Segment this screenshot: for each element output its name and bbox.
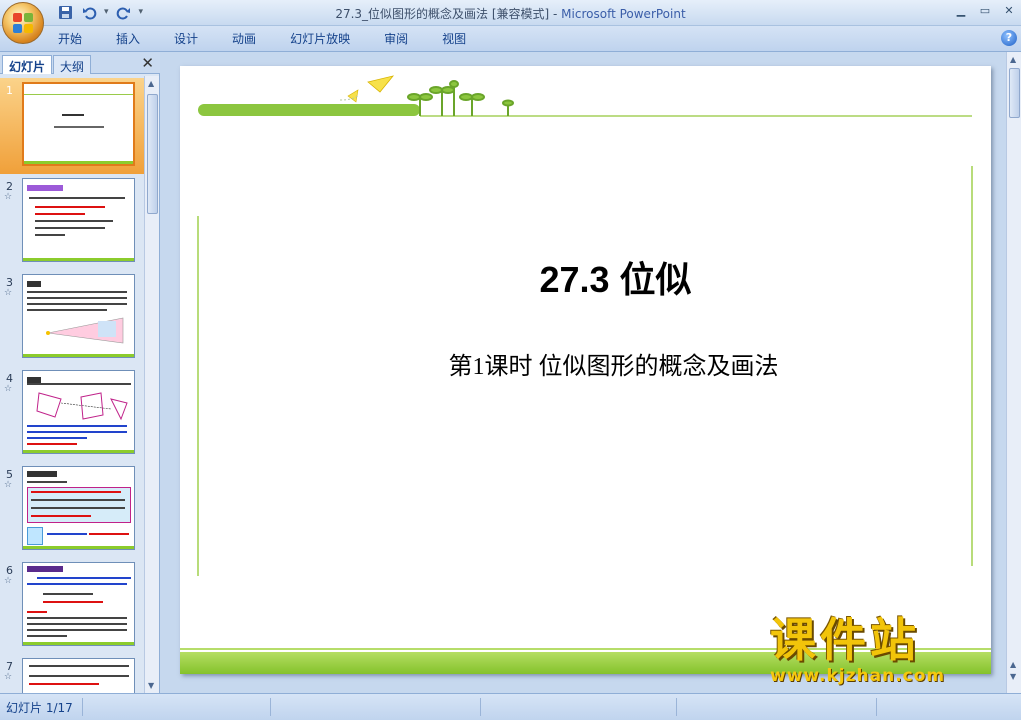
status-bar: 幻灯片 1/17 bbox=[0, 693, 1021, 720]
tab-design[interactable]: 设计 bbox=[164, 31, 208, 47]
slide-counter: 幻灯片 1/17 bbox=[6, 701, 73, 715]
tab-animations[interactable]: 动画 bbox=[222, 31, 266, 47]
thumbnails-scrollbar[interactable]: ▲ ▼ bbox=[144, 76, 159, 693]
slide-side-lines bbox=[197, 166, 973, 576]
scrollbar-thumb[interactable] bbox=[147, 94, 158, 214]
slide-preview bbox=[22, 274, 135, 358]
slide-thumbnail-4[interactable]: 4 ☆ bbox=[0, 366, 144, 462]
slide-title[interactable]: 27.3 位似 bbox=[180, 251, 991, 303]
animation-star-icon: ☆ bbox=[4, 288, 13, 298]
slide-thumbnail-7[interactable]: 7 ☆ bbox=[0, 654, 144, 693]
close-icon[interactable]: ✕ bbox=[141, 54, 154, 72]
tab-view[interactable]: 视图 bbox=[432, 31, 476, 47]
scroll-down-icon[interactable]: ▼ bbox=[148, 681, 154, 690]
animation-star-icon: ☆ bbox=[4, 576, 13, 586]
status-divider bbox=[480, 698, 481, 716]
window-title: 27.3_位似图形的概念及画法 [兼容模式] - Microsoft Power… bbox=[0, 5, 1021, 22]
tab-home[interactable]: 开始 bbox=[48, 31, 92, 47]
slide-preview bbox=[22, 562, 135, 646]
animation-star-icon: ☆ bbox=[4, 192, 13, 202]
slide-thumbnail-2[interactable]: 2 ☆ bbox=[0, 174, 144, 270]
pane-tabs: 幻灯片 大纲 ✕ bbox=[0, 52, 160, 74]
current-slide[interactable]: 27.3 位似 第1课时 位似图形的概念及画法 bbox=[180, 66, 991, 674]
status-divider bbox=[676, 698, 677, 716]
document-title: 27.3_位似图形的概念及画法 [兼容模式] - bbox=[335, 7, 562, 21]
slide-preview bbox=[22, 178, 135, 262]
scrollbar-thumb[interactable] bbox=[1009, 68, 1020, 118]
animation-star-icon: ☆ bbox=[4, 384, 13, 394]
scroll-up-icon[interactable]: ▲ bbox=[148, 79, 154, 88]
slide-thumbnail-5[interactable]: 5 ☆ bbox=[0, 462, 144, 558]
slide-preview bbox=[22, 370, 135, 454]
status-divider bbox=[270, 698, 271, 716]
status-divider bbox=[876, 698, 877, 716]
slide-preview bbox=[22, 658, 135, 693]
slide-preview bbox=[22, 466, 135, 550]
watermark-logo-text: 课件站 bbox=[770, 613, 920, 667]
slides-pane: 幻灯片 大纲 ✕ 1 2 ☆ 3 ☆ 4 ☆ 5 ☆ 6 ☆ 7 ☆ ▲ ▼ bbox=[0, 52, 160, 693]
status-divider bbox=[82, 698, 83, 716]
tab-slides[interactable]: 幻灯片 bbox=[2, 55, 53, 74]
help-icon[interactable]: ? bbox=[1001, 30, 1017, 46]
slide-thumbnail-6[interactable]: 6 ☆ bbox=[0, 558, 144, 654]
animation-star-icon: ☆ bbox=[4, 672, 13, 682]
slide-scrollbar[interactable]: ▲ ▲ ▼ bbox=[1006, 52, 1021, 693]
animation-star-icon: ☆ bbox=[4, 480, 13, 490]
office-logo-icon bbox=[13, 13, 33, 33]
scroll-up-icon[interactable]: ▲ bbox=[1010, 55, 1016, 64]
app-name: Microsoft PowerPoint bbox=[561, 7, 686, 21]
slide-number: 1 bbox=[6, 84, 13, 97]
ribbon-tabs: 开始 插入 设计 动画 幻灯片放映 审阅 视图 bbox=[48, 31, 490, 47]
tab-review[interactable]: 审阅 bbox=[374, 31, 418, 47]
tab-slide-show[interactable]: 幻灯片放映 bbox=[280, 31, 360, 47]
slide-thumbnails: 1 2 ☆ 3 ☆ 4 ☆ 5 ☆ 6 ☆ 7 ☆ bbox=[0, 76, 144, 693]
slide-subtitle[interactable]: 第1课时 位似图形的概念及画法 bbox=[180, 346, 991, 381]
tab-insert[interactable]: 插入 bbox=[106, 31, 150, 47]
watermark-url: www.kjzhan.com bbox=[770, 666, 946, 686]
tab-outline[interactable]: 大纲 bbox=[53, 55, 92, 74]
maximize-icon[interactable]: ▭ bbox=[977, 3, 993, 19]
window-controls: ▁ ▭ ✕ bbox=[953, 3, 1017, 19]
previous-slide-icon[interactable]: ▲ bbox=[1010, 660, 1016, 669]
slide-header-decoration bbox=[198, 75, 972, 117]
ribbon-tab-row: 开始 插入 设计 动画 幻灯片放映 审阅 视图 ? bbox=[0, 26, 1021, 52]
close-icon[interactable]: ✕ bbox=[1001, 3, 1017, 19]
kjzhan-watermark: 课件站 www.kjzhan.com bbox=[770, 614, 1002, 694]
slide-thumbnail-3[interactable]: 3 ☆ bbox=[0, 270, 144, 366]
title-bar: ▾ ▾ 27.3_位似图形的概念及画法 [兼容模式] - Microsoft P… bbox=[0, 0, 1021, 44]
office-button[interactable] bbox=[2, 2, 44, 44]
next-slide-icon[interactable]: ▼ bbox=[1010, 672, 1016, 681]
slide-thumbnail-1[interactable]: 1 bbox=[0, 78, 144, 174]
slide-editor: 27.3 位似 第1课时 位似图形的概念及画法 bbox=[161, 52, 1006, 693]
slide-preview bbox=[22, 82, 135, 166]
minimize-icon[interactable]: ▁ bbox=[953, 3, 969, 19]
